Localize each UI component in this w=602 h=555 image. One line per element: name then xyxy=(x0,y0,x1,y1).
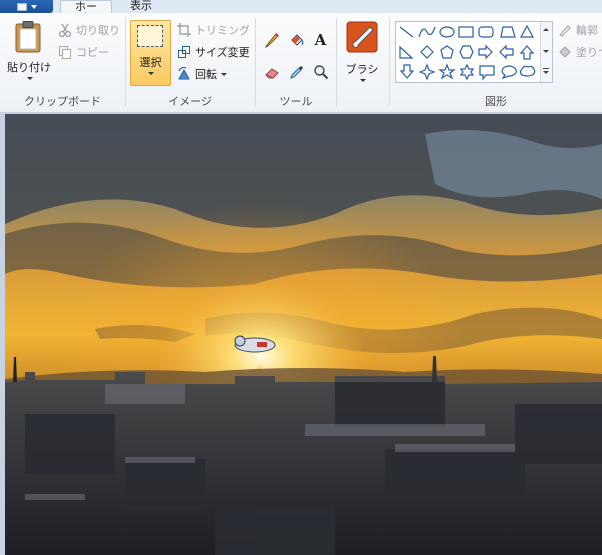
fill-bucket-icon[interactable] xyxy=(287,30,306,49)
sunset-cityscape-image xyxy=(5,114,602,555)
more-icon xyxy=(543,68,549,69)
right-arrow-shape-icon xyxy=(478,44,493,60)
copy-button[interactable]: コピー xyxy=(58,44,109,60)
right-triangle-shape-icon xyxy=(399,45,414,59)
crop-label: トリミング xyxy=(195,24,250,37)
outline-label: 輪郭 xyxy=(576,24,598,37)
outline-button[interactable]: 輪郭 xyxy=(558,22,598,38)
crop-button[interactable]: トリミング xyxy=(177,22,250,38)
copy-label: コピー xyxy=(76,46,109,59)
group-separator xyxy=(336,18,337,106)
group-label-clipboard: クリップボード xyxy=(24,95,101,108)
rectangle-shape-icon xyxy=(458,26,474,38)
rectangular-callout-shape-icon xyxy=(479,65,495,81)
diamond-shape-icon xyxy=(420,45,434,59)
document-icon xyxy=(16,2,27,11)
cloud-callout-shape-icon xyxy=(519,65,536,77)
clipboard-icon xyxy=(15,21,41,53)
cut-label: 切り取り xyxy=(76,24,120,37)
curve-shape-icon xyxy=(418,26,436,38)
triangle-shape-icon xyxy=(519,24,535,38)
chevron-down-icon xyxy=(30,4,37,9)
oval-callout-shape-icon xyxy=(501,65,517,80)
chevron-down-icon xyxy=(543,71,549,74)
line-shape-icon xyxy=(399,26,414,38)
paste-button[interactable]: 貼り付け xyxy=(4,19,51,87)
drawing-canvas[interactable] xyxy=(5,114,602,555)
shapes-gallery[interactable] xyxy=(395,21,553,83)
rotate-button[interactable]: 回転 xyxy=(177,66,227,82)
chevron-down-icon xyxy=(148,72,154,75)
brush-button[interactable]: ブラシ xyxy=(341,19,383,87)
four-point-star-shape-icon xyxy=(418,63,436,81)
five-point-star-shape-icon xyxy=(438,63,456,80)
up-arrow-shape-icon xyxy=(519,45,535,60)
chevron-down-icon xyxy=(360,79,366,82)
outline-icon xyxy=(559,25,571,37)
oval-shape-icon xyxy=(439,26,455,38)
select-button[interactable]: 選択 xyxy=(130,20,171,86)
fill-label: 塗りつ xyxy=(576,46,602,59)
rounded-rectangle-shape-icon xyxy=(478,26,494,38)
group-label-tools: ツール xyxy=(279,95,313,108)
resize-button[interactable]: サイズ変更 xyxy=(177,44,250,60)
fill-button[interactable]: 塗りつ xyxy=(558,44,602,60)
crop-icon xyxy=(177,23,191,37)
resize-label: サイズ変更 xyxy=(195,46,250,59)
group-label-shapes: 図形 xyxy=(485,95,507,108)
brush-icon xyxy=(346,21,378,53)
cut-button[interactable]: 切り取り xyxy=(58,22,120,38)
six-point-star-shape-icon xyxy=(459,63,475,81)
polygon-shape-icon xyxy=(500,26,516,38)
selection-rectangle-icon xyxy=(137,25,163,47)
brush-label: ブラシ xyxy=(345,63,379,76)
text-icon[interactable]: A xyxy=(311,30,330,49)
down-arrow-shape-icon xyxy=(399,64,415,79)
chevron-up-icon xyxy=(543,28,549,31)
select-label: 選択 xyxy=(139,56,162,69)
chevron-down-icon xyxy=(543,50,549,53)
chevron-down-icon xyxy=(221,72,227,76)
hexagon-shape-icon xyxy=(459,45,474,59)
ribbon: 貼り付け 切り取り コピー クリップボード 選択 トリミング サイズ変更 回転 … xyxy=(0,13,602,113)
pentagon-shape-icon xyxy=(440,45,454,59)
copy-icon xyxy=(59,46,71,59)
group-label-image: イメージ xyxy=(168,95,212,108)
rotate-icon xyxy=(178,67,190,80)
rotate-label: 回転 xyxy=(195,68,217,81)
magnifier-icon[interactable] xyxy=(311,62,330,81)
file-menu-button[interactable] xyxy=(0,0,53,13)
chevron-down-icon xyxy=(27,77,33,80)
color-picker-icon[interactable] xyxy=(287,62,306,81)
eraser-icon[interactable] xyxy=(262,62,281,81)
pencil-icon[interactable] xyxy=(262,30,281,49)
scissors-icon xyxy=(58,23,72,37)
tab-view[interactable]: 表示 xyxy=(119,0,163,13)
gallery-scroll[interactable] xyxy=(540,22,552,82)
tab-home[interactable]: ホーム xyxy=(60,0,112,23)
fill-icon xyxy=(559,46,571,58)
paste-label: 貼り付け xyxy=(7,61,51,74)
left-arrow-shape-icon xyxy=(499,44,514,60)
resize-icon xyxy=(178,46,190,58)
